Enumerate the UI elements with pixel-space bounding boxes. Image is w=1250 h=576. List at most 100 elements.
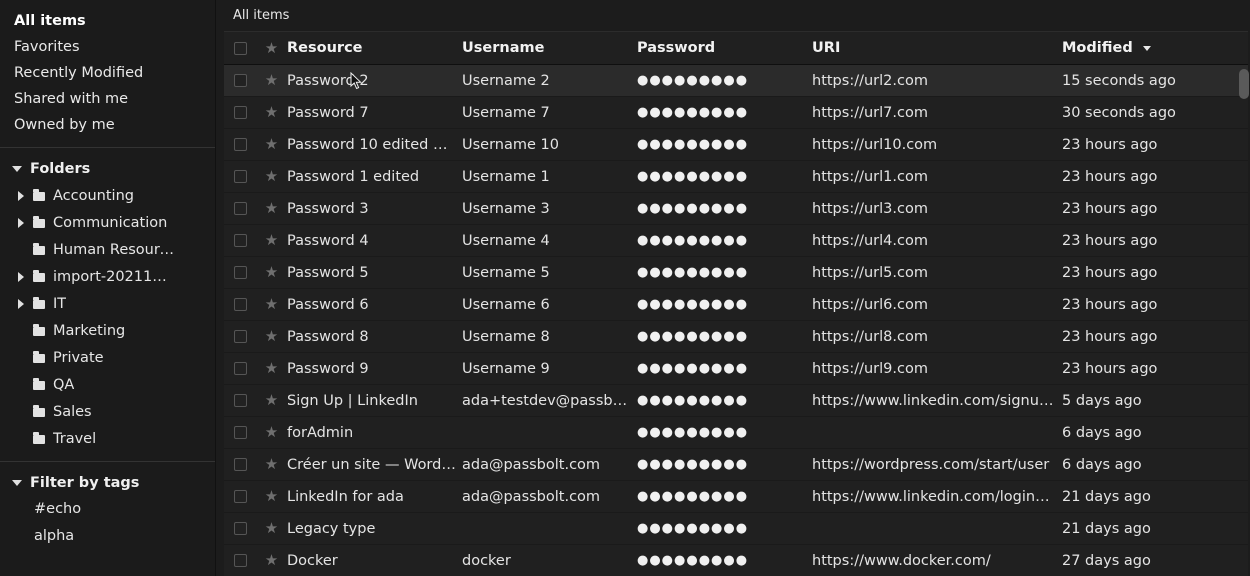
table-row[interactable]: ★ Docker docker ●●●●●●●●● https://www.docker… — [224, 545, 1248, 576]
row-checkbox[interactable] — [233, 266, 247, 279]
folder-item[interactable]: IT — [0, 290, 215, 317]
filter-all-items[interactable]: All items — [0, 8, 215, 34]
star-icon[interactable]: ★ — [265, 489, 278, 504]
table-row[interactable]: ★ Sign Up | LinkedIn ada+testdev@passbolt.… — [224, 385, 1248, 417]
row-checkbox[interactable] — [233, 106, 247, 119]
password-cell[interactable]: ●●●●●●●●● — [637, 169, 812, 184]
star-icon[interactable]: ★ — [265, 297, 278, 312]
folder-item[interactable]: Private — [0, 344, 215, 371]
star-icon[interactable]: ★ — [265, 361, 278, 376]
password-cell[interactable]: ●●●●●●●●● — [637, 297, 812, 312]
column-header-uri[interactable]: URI — [812, 40, 1062, 56]
star-icon[interactable]: ★ — [265, 233, 278, 248]
uri-cell[interactable]: https://url9.com — [812, 361, 1062, 377]
folder-caret[interactable] — [18, 217, 30, 228]
uri-cell[interactable]: https://www.linkedin.com/signup/cold-joi… — [812, 393, 1062, 409]
password-cell[interactable]: ●●●●●●●●● — [637, 105, 812, 120]
column-header-username[interactable]: Username — [462, 40, 637, 56]
filter-shared-with-me[interactable]: Shared with me — [0, 86, 215, 112]
uri-cell[interactable]: https://www.linkedin.com/login?fromSignI… — [812, 489, 1062, 505]
table-row[interactable]: ★ Password 5 Username 5 ●●●●●●●●● https://ur… — [224, 257, 1248, 289]
table-row[interactable]: ★ Password 6 Username 6 ●●●●●●●●● https://ur… — [224, 289, 1248, 321]
star-icon[interactable]: ★ — [265, 73, 278, 88]
folders-section-header[interactable]: Folders — [0, 156, 215, 182]
filter-recently-modified[interactable]: Recently Modified — [0, 60, 215, 86]
folder-caret[interactable] — [18, 298, 30, 309]
table-row[interactable]: ★ Password 7 Username 7 ●●●●●●●●● https://ur… — [224, 97, 1248, 129]
password-cell[interactable]: ●●●●●●●●● — [637, 137, 812, 152]
table-row[interactable]: ★ Password 3 Username 3 ●●●●●●●●● https://ur… — [224, 193, 1248, 225]
password-cell[interactable]: ●●●●●●●●● — [637, 265, 812, 280]
star-icon[interactable]: ★ — [265, 169, 278, 184]
column-header-resource[interactable]: Resource — [287, 40, 462, 56]
filter-owned-by-me[interactable]: Owned by me — [0, 112, 215, 138]
star-icon[interactable]: ★ — [265, 553, 278, 568]
folder-item[interactable]: Sales — [0, 398, 215, 425]
folder-item[interactable]: Marketing — [0, 317, 215, 344]
password-cell[interactable]: ●●●●●●●●● — [637, 233, 812, 248]
grid-scrollbar[interactable] — [1239, 69, 1249, 99]
star-icon[interactable]: ★ — [265, 137, 278, 152]
password-cell[interactable]: ●●●●●●●●● — [637, 521, 812, 536]
star-icon[interactable]: ★ — [265, 105, 278, 120]
folder-item[interactable]: Communication — [0, 209, 215, 236]
uri-cell[interactable]: https://url2.com — [812, 73, 1062, 89]
table-row[interactable]: ★ Password 2 Username 2 ●●●●●●●●● https://ur… — [224, 65, 1248, 97]
row-checkbox[interactable] — [233, 458, 247, 471]
uri-cell[interactable]: https://url6.com — [812, 297, 1062, 313]
table-row[interactable]: ★ LinkedIn for ada ada@passbolt.com ●●●●●●●… — [224, 481, 1248, 513]
password-cell[interactable]: ●●●●●●●●● — [637, 73, 812, 88]
row-checkbox[interactable] — [233, 138, 247, 151]
uri-cell[interactable]: https://url5.com — [812, 265, 1062, 281]
uri-cell[interactable]: https://wordpress.com/start/user — [812, 457, 1062, 473]
filter-favorites[interactable]: Favorites — [0, 34, 215, 60]
table-row[interactable]: ★ Password 1 edited Username 1 ●●●●●●●●● htt… — [224, 161, 1248, 193]
column-header-password[interactable]: Password — [637, 40, 812, 56]
password-cell[interactable]: ●●●●●●●●● — [637, 425, 812, 440]
uri-cell[interactable]: https://url7.com — [812, 105, 1062, 121]
folder-item[interactable]: Human Resources — [0, 236, 215, 263]
row-checkbox[interactable] — [233, 362, 247, 375]
column-header-modified[interactable]: Modified — [1062, 40, 1232, 56]
uri-cell[interactable]: https://url10.com — [812, 137, 1062, 153]
uri-cell[interactable]: https://url1.com — [812, 169, 1062, 185]
star-icon[interactable]: ★ — [265, 393, 278, 408]
star-icon[interactable]: ★ — [265, 521, 278, 536]
table-row[interactable]: ★ Password 8 Username 8 ●●●●●●●●● https://ur… — [224, 321, 1248, 353]
row-checkbox[interactable] — [233, 522, 247, 535]
row-checkbox[interactable] — [233, 202, 247, 215]
password-cell[interactable]: ●●●●●●●●● — [637, 361, 812, 376]
row-checkbox[interactable] — [233, 394, 247, 407]
uri-cell[interactable]: https://url4.com — [812, 233, 1062, 249]
password-cell[interactable]: ●●●●●●●●● — [637, 329, 812, 344]
star-icon[interactable]: ★ — [265, 329, 278, 344]
row-checkbox[interactable] — [233, 74, 247, 87]
folder-item[interactable]: import-20211227 — [0, 263, 215, 290]
row-checkbox[interactable] — [233, 170, 247, 183]
star-icon[interactable]: ★ — [265, 457, 278, 472]
uri-cell[interactable]: https://url3.com — [812, 201, 1062, 217]
folder-caret[interactable] — [18, 190, 30, 201]
folder-item[interactable]: QA — [0, 371, 215, 398]
star-icon[interactable]: ★ — [265, 425, 278, 440]
folder-item[interactable]: Accounting — [0, 182, 215, 209]
star-icon[interactable]: ★ — [265, 201, 278, 216]
password-cell[interactable]: ●●●●●●●●● — [637, 457, 812, 472]
table-row[interactable]: ★ Password 4 Username 4 ●●●●●●●●● https://ur… — [224, 225, 1248, 257]
table-row[interactable]: ★ Créer un site — WordPress.comada@passbo… — [224, 449, 1248, 481]
tags-section-header[interactable]: Filter by tags — [0, 470, 215, 496]
password-cell[interactable]: ●●●●●●●●● — [637, 201, 812, 216]
table-row[interactable]: ★ forAdmin ●●●●●●●●● 6 days ago — [224, 417, 1248, 449]
row-checkbox[interactable] — [233, 330, 247, 343]
table-row[interactable]: ★ Legacy type ●●●●●●●●● 21 days ago — [224, 513, 1248, 545]
row-checkbox[interactable] — [233, 554, 247, 567]
password-cell[interactable]: ●●●●●●●●● — [637, 393, 812, 408]
tag-item[interactable]: alpha — [0, 523, 215, 550]
row-checkbox[interactable] — [233, 426, 247, 439]
password-cell[interactable]: ●●●●●●●●● — [637, 489, 812, 504]
uri-cell[interactable]: https://url8.com — [812, 329, 1062, 345]
select-all-checkbox[interactable] — [233, 41, 247, 55]
table-row[interactable]: ★ Password 10 edited by AdaUsername 10 ●●●… — [224, 129, 1248, 161]
star-icon[interactable]: ★ — [265, 265, 278, 280]
table-row[interactable]: ★ Password 9 Username 9 ●●●●●●●●● https://ur… — [224, 353, 1248, 385]
